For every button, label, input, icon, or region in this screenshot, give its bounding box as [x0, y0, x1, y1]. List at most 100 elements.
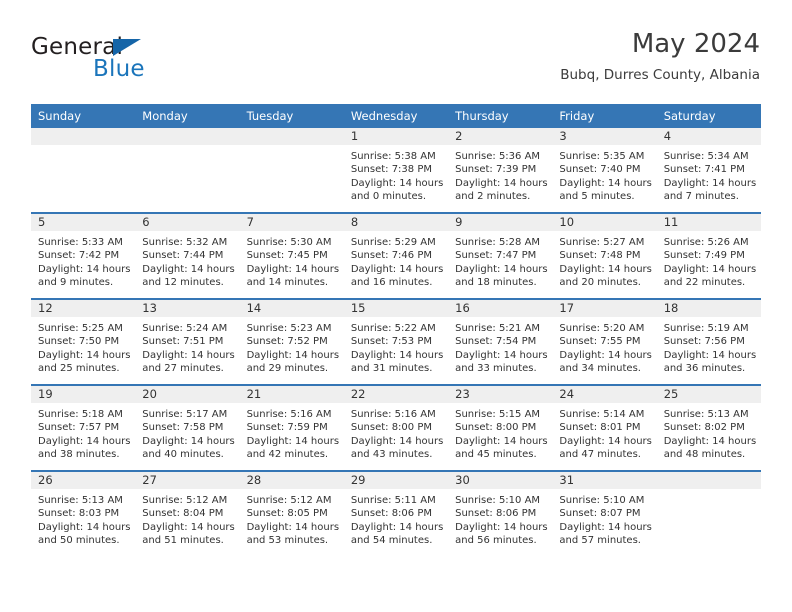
sunset-text: Sunset: 8:06 PM	[350, 508, 432, 520]
sunrise-text: Sunrise: 5:27 AM	[559, 237, 645, 248]
sunset-text: Sunset: 8:02 PM	[663, 422, 745, 434]
calendar-day-cell[interactable]: 19 Sunrise: 5:18 AM Sunset: 7:57 PM Dayligh…	[31, 384, 136, 471]
calendar-day-cell[interactable]: 14 Sunrise: 5:23 AM Sunset: 7:52 PM Dayligh…	[239, 298, 344, 385]
sunrise-text: Sunrise: 5:26 AM	[663, 237, 749, 248]
sunset-text: Sunset: 7:44 PM	[142, 250, 224, 262]
calendar-body: 1 Sunrise: 5:38 AM Sunset: 7:38 PM Daylight…	[31, 128, 761, 556]
day-details: Sunrise: 5:22 AM Sunset: 7:53 PM Daylight:…	[344, 317, 448, 376]
calendar-day-cell[interactable]: 3 Sunrise: 5:35 AM Sunset: 7:40 PM Daylight…	[552, 128, 657, 213]
page-title: May 2024	[631, 29, 760, 59]
daylight-text-line2: and 20 minutes.	[559, 277, 641, 289]
calendar-day-cell[interactable]: 10 Sunrise: 5:27 AM Sunset: 7:48 PM Dayligh…	[552, 212, 657, 299]
calendar-day-cell[interactable]: 6 Sunrise: 5:32 AM Sunset: 7:44 PM Daylight…	[135, 212, 240, 299]
daylight-text-line2: and 29 minutes.	[246, 363, 329, 375]
calendar-day-cell[interactable]: 1 Sunrise: 5:38 AM Sunset: 7:38 PM Daylight…	[343, 128, 449, 213]
calendar-day-cell[interactable]: 9 Sunrise: 5:28 AM Sunset: 7:47 PM Daylight…	[448, 212, 553, 299]
sunrise-text: Sunrise: 5:11 AM	[350, 495, 436, 506]
day-details: Sunrise: 5:35 AM Sunset: 7:40 PM Daylight:…	[552, 145, 656, 204]
calendar-day-cell[interactable]: 18 Sunrise: 5:19 AM Sunset: 7:56 PM Dayligh…	[656, 298, 761, 385]
sunset-text: Sunset: 7:48 PM	[559, 250, 641, 262]
calendar-day-cell[interactable]: 8 Sunrise: 5:29 AM Sunset: 7:46 PM Daylight…	[343, 212, 449, 299]
day-details: Sunrise: 5:28 AM Sunset: 7:47 PM Daylight:…	[448, 231, 552, 290]
daylight-text-line1: Daylight: 14 hours	[142, 435, 235, 447]
day-number: 15	[343, 300, 449, 317]
daylight-text-line2: and 25 minutes.	[38, 363, 120, 375]
sunset-text: Sunset: 8:00 PM	[350, 422, 432, 434]
daylight-text-line1: Daylight: 14 hours	[350, 263, 444, 275]
sunset-text: Sunset: 7:40 PM	[559, 164, 641, 176]
day-details: Sunrise: 5:38 AM Sunset: 7:38 PM Daylight:…	[344, 145, 448, 204]
sunrise-text: Sunrise: 5:16 AM	[246, 409, 332, 420]
daylight-text-line1: Daylight: 14 hours	[38, 435, 131, 447]
day-number	[239, 128, 344, 145]
calendar-day-cell[interactable]: 31 Sunrise: 5:10 AM Sunset: 8:07 PM Dayligh…	[552, 470, 657, 556]
weekday-header-friday: Friday	[552, 104, 657, 128]
daylight-text-line1: Daylight: 14 hours	[350, 435, 444, 447]
calendar-day-cell[interactable]: 4 Sunrise: 5:34 AM Sunset: 7:41 PM Daylight…	[656, 128, 761, 213]
calendar-day-cell[interactable]: 22 Sunrise: 5:16 AM Sunset: 8:00 PM Dayligh…	[343, 384, 449, 471]
daylight-text-line2: and 45 minutes.	[455, 449, 537, 461]
day-number: 22	[343, 386, 449, 403]
calendar-day-cell[interactable]: 25 Sunrise: 5:13 AM Sunset: 8:02 PM Dayligh…	[656, 384, 761, 471]
daylight-text-line1: Daylight: 14 hours	[559, 263, 652, 275]
calendar-day-cell[interactable]: 17 Sunrise: 5:20 AM Sunset: 7:55 PM Dayligh…	[552, 298, 657, 385]
daylight-text-line1: Daylight: 14 hours	[559, 435, 652, 447]
day-number: 24	[552, 386, 657, 403]
sunset-text: Sunset: 7:55 PM	[559, 336, 641, 348]
calendar-day-cell-empty	[656, 470, 761, 556]
daylight-text-line2: and 22 minutes.	[663, 277, 746, 289]
day-number: 23	[448, 386, 553, 403]
calendar-table: Sunday Monday Tuesday Wednesday Thursday…	[31, 104, 761, 556]
daylight-text-line2: and 12 minutes.	[142, 277, 224, 289]
sunset-text: Sunset: 7:53 PM	[350, 336, 432, 348]
sunrise-text: Sunrise: 5:15 AM	[455, 409, 541, 420]
day-details: Sunrise: 5:30 AM Sunset: 7:45 PM Daylight:…	[240, 231, 344, 290]
day-number: 26	[31, 472, 136, 489]
daylight-text-line1: Daylight: 14 hours	[455, 435, 548, 447]
calendar-day-cell[interactable]: 5 Sunrise: 5:33 AM Sunset: 7:42 PM Daylight…	[31, 212, 136, 299]
calendar-day-cell[interactable]: 24 Sunrise: 5:14 AM Sunset: 8:01 PM Dayligh…	[552, 384, 657, 471]
weekday-header-sunday: Sunday	[31, 104, 136, 128]
daylight-text-line1: Daylight: 14 hours	[455, 263, 548, 275]
daylight-text-line2: and 54 minutes.	[350, 535, 433, 547]
day-details: Sunrise: 5:19 AM Sunset: 7:56 PM Daylight:…	[657, 317, 761, 376]
sunset-text: Sunset: 7:41 PM	[663, 164, 745, 176]
calendar-day-cell[interactable]: 16 Sunrise: 5:21 AM Sunset: 7:54 PM Dayligh…	[448, 298, 553, 385]
sunset-text: Sunset: 8:07 PM	[559, 508, 641, 520]
calendar-day-cell[interactable]: 30 Sunrise: 5:10 AM Sunset: 8:06 PM Dayligh…	[448, 470, 553, 556]
calendar-day-cell[interactable]: 29 Sunrise: 5:11 AM Sunset: 8:06 PM Dayligh…	[343, 470, 449, 556]
daylight-text-line2: and 18 minutes.	[455, 277, 537, 289]
daylight-text-line2: and 36 minutes.	[663, 363, 746, 375]
sunset-text: Sunset: 7:54 PM	[455, 336, 537, 348]
calendar-day-cell[interactable]: 20 Sunrise: 5:17 AM Sunset: 7:58 PM Dayligh…	[135, 384, 240, 471]
daylight-text-line1: Daylight: 14 hours	[246, 521, 340, 533]
daylight-text-line1: Daylight: 14 hours	[455, 349, 548, 361]
general-blue-logo: General Blue	[31, 34, 211, 90]
daylight-text-line1: Daylight: 14 hours	[350, 349, 444, 361]
daylight-text-line1: Daylight: 14 hours	[142, 521, 235, 533]
day-details: Sunrise: 5:36 AM Sunset: 7:39 PM Daylight:…	[448, 145, 552, 204]
calendar-day-cell[interactable]: 13 Sunrise: 5:24 AM Sunset: 7:51 PM Dayligh…	[135, 298, 240, 385]
calendar-day-cell[interactable]: 28 Sunrise: 5:12 AM Sunset: 8:05 PM Dayligh…	[239, 470, 344, 556]
calendar-day-cell[interactable]: 7 Sunrise: 5:30 AM Sunset: 7:45 PM Daylight…	[239, 212, 344, 299]
sunrise-text: Sunrise: 5:12 AM	[142, 495, 228, 506]
day-number: 30	[448, 472, 553, 489]
daylight-text-line2: and 48 minutes.	[663, 449, 746, 461]
calendar-page: General Blue May 2024 Bubq, Durres Count…	[0, 0, 792, 612]
calendar-day-cell[interactable]: 27 Sunrise: 5:12 AM Sunset: 8:04 PM Dayligh…	[135, 470, 240, 556]
sunrise-text: Sunrise: 5:28 AM	[455, 237, 541, 248]
day-details: Sunrise: 5:29 AM Sunset: 7:46 PM Daylight:…	[344, 231, 448, 290]
daylight-text-line1: Daylight: 14 hours	[663, 177, 757, 189]
calendar-day-cell[interactable]: 23 Sunrise: 5:15 AM Sunset: 8:00 PM Dayligh…	[448, 384, 553, 471]
daylight-text-line1: Daylight: 14 hours	[350, 177, 444, 189]
calendar-day-cell[interactable]: 26 Sunrise: 5:13 AM Sunset: 8:03 PM Dayligh…	[31, 470, 136, 556]
daylight-text-line1: Daylight: 14 hours	[38, 521, 131, 533]
calendar-day-cell[interactable]: 2 Sunrise: 5:36 AM Sunset: 7:39 PM Daylight…	[448, 128, 553, 213]
calendar-day-cell[interactable]: 11 Sunrise: 5:26 AM Sunset: 7:49 PM Dayligh…	[656, 212, 761, 299]
calendar-day-cell[interactable]: 12 Sunrise: 5:25 AM Sunset: 7:50 PM Dayligh…	[31, 298, 136, 385]
sunrise-text: Sunrise: 5:21 AM	[455, 323, 541, 334]
day-details: Sunrise: 5:13 AM Sunset: 8:03 PM Daylight:…	[31, 489, 135, 548]
calendar-day-cell[interactable]: 21 Sunrise: 5:16 AM Sunset: 7:59 PM Dayligh…	[239, 384, 344, 471]
calendar-day-cell[interactable]: 15 Sunrise: 5:22 AM Sunset: 7:53 PM Dayligh…	[343, 298, 449, 385]
sunset-text: Sunset: 7:39 PM	[455, 164, 537, 176]
